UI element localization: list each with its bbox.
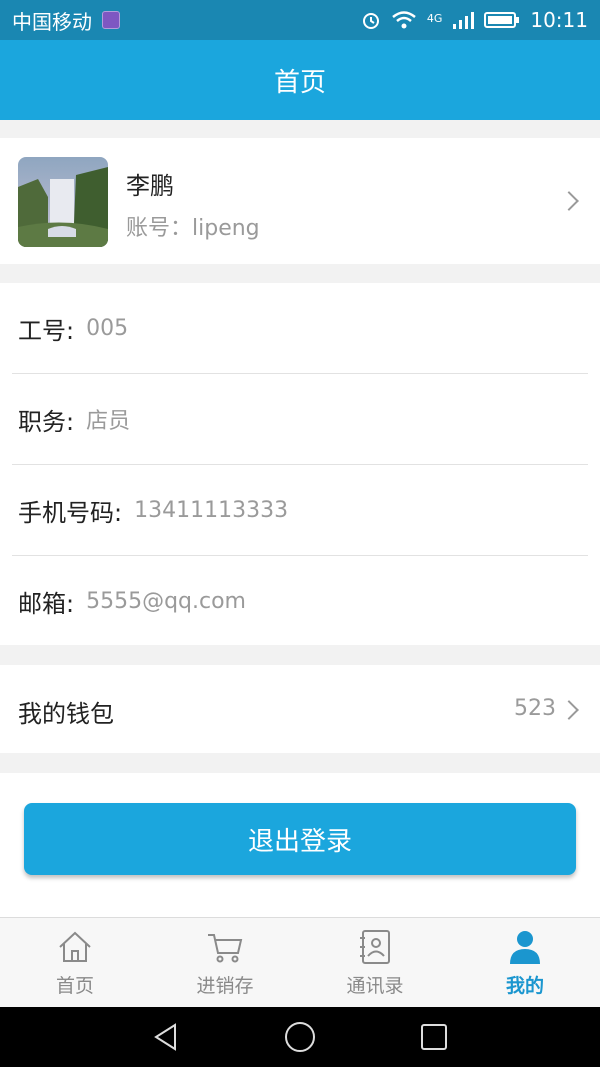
alarm-icon <box>362 13 379 29</box>
wifi-icon <box>392 11 416 29</box>
battery-icon <box>484 12 520 28</box>
logout-button[interactable]: 退出登录 <box>24 803 576 875</box>
info-label: 工号: <box>18 316 75 345</box>
tab-contacts[interactable]: 通讯录 <box>300 918 450 1007</box>
profile-account: 账号：lipeng <box>126 216 260 241</box>
info-value: 13411113333 <box>134 497 289 523</box>
info-label: 职务: <box>18 407 75 436</box>
recents-icon[interactable] <box>419 1022 449 1052</box>
network-type-label: 4G <box>426 12 443 25</box>
chevron-right-icon <box>559 191 579 211</box>
back-icon[interactable] <box>151 1022 181 1052</box>
tab-label: 首页 <box>55 975 94 997</box>
system-nav-bar <box>0 1007 600 1067</box>
profile-card[interactable]: 李鹏 账号：lipeng <box>0 138 600 264</box>
info-row-employee-id: 工号: 005 <box>0 283 600 373</box>
bottom-tab-bar: 首页 进销存 通讯录 我的 <box>0 917 600 1007</box>
logout-area: 退出登录 <box>0 773 600 917</box>
info-row-email: 邮箱: 5555@qq.com <box>0 556 600 646</box>
person-icon <box>510 931 540 964</box>
wallet-label: 我的钱包 <box>18 700 114 728</box>
tab-me[interactable]: 我的 <box>450 918 600 1007</box>
tab-label: 进销存 <box>196 975 254 997</box>
info-value: 5555@qq.com <box>86 588 246 614</box>
info-label: 邮箱: <box>18 589 75 618</box>
home-circle-icon[interactable] <box>283 1020 317 1054</box>
clock: 10:11 <box>530 8 588 32</box>
carrier-label: 中国移动 <box>12 9 92 34</box>
info-row-position: 职务: 店员 <box>0 374 600 464</box>
status-bar: 中国移动 4G 10:11 <box>0 0 600 40</box>
wallet-row[interactable]: 我的钱包 523 <box>0 665 600 753</box>
signal-icon <box>453 12 475 29</box>
info-row-phone: 手机号码: 13411113333 <box>0 465 600 555</box>
contacts-icon <box>360 930 390 964</box>
tab-label: 通讯录 <box>346 975 404 997</box>
tab-home[interactable]: 首页 <box>0 918 150 1007</box>
logout-label: 退出登录 <box>247 826 352 857</box>
tab-inventory[interactable]: 进销存 <box>150 918 300 1007</box>
chevron-right-icon <box>559 700 579 720</box>
info-value: 店员 <box>86 409 131 434</box>
gallery-notification-icon <box>102 11 120 29</box>
info-value: 005 <box>86 315 129 341</box>
wallet-balance: 523 <box>514 696 556 721</box>
title-bar: 首页 <box>0 40 600 120</box>
info-list: 工号: 005 职务: 店员 手机号码: 13411113333 邮箱: 555… <box>0 283 600 645</box>
tab-label: 我的 <box>505 975 544 997</box>
page-title: 首页 <box>273 67 326 98</box>
avatar <box>18 157 108 247</box>
info-label: 手机号码: <box>18 498 123 527</box>
cart-icon <box>208 934 243 963</box>
home-icon <box>59 931 91 962</box>
profile-name: 李鹏 <box>126 172 174 200</box>
